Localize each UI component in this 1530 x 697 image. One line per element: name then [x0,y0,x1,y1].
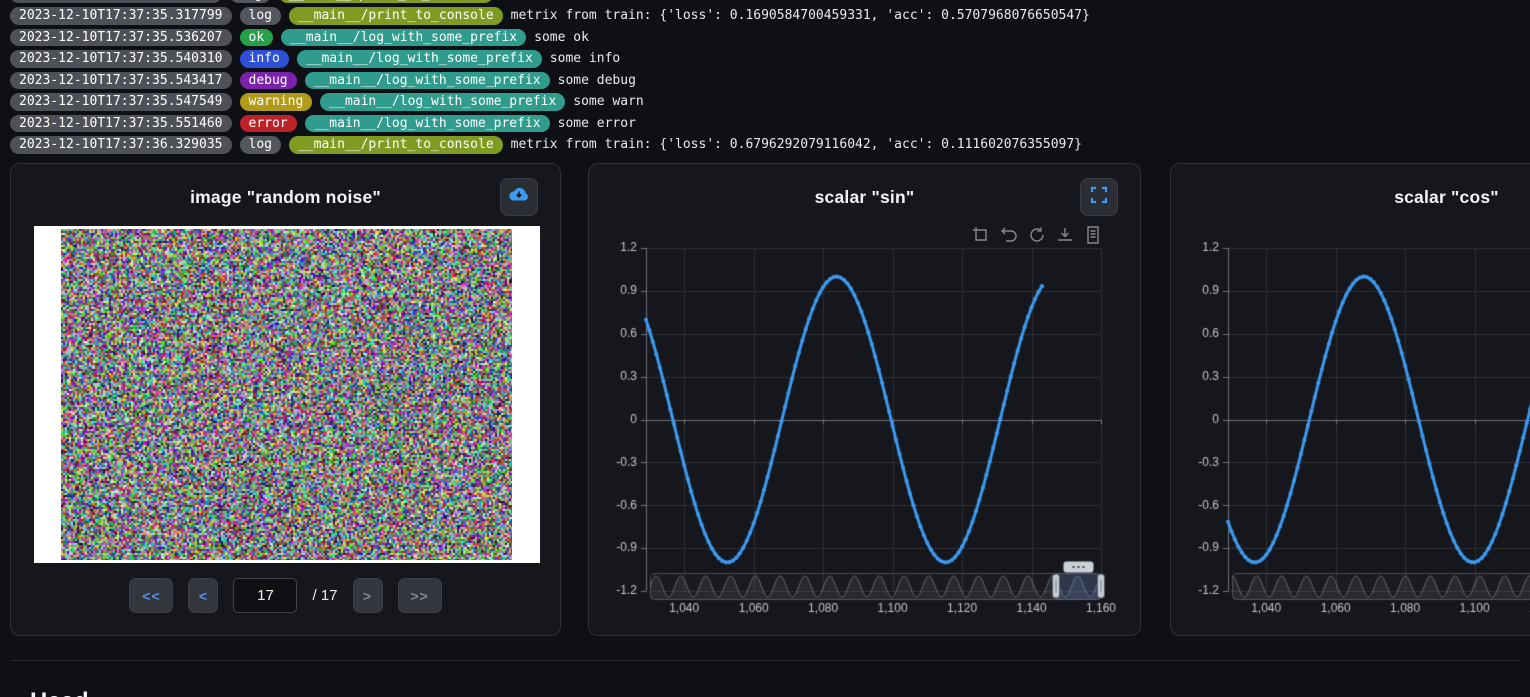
module-badge: __main__/print_to_console [289,7,503,25]
scalar-cos-card: scalar "cos" [1170,163,1530,636]
level-badge: log [230,0,271,3]
next-page-button[interactable]: > [353,578,383,613]
prev-page-button[interactable]: < [188,578,218,613]
timestamp-badge: 2023-12-10T17:37:35.540310 [10,50,232,68]
log-message: metrix from train: {'loss': 0.1690584700… [511,8,1090,23]
restore-icon[interactable] [1000,226,1018,244]
last-page-button[interactable]: >> [398,578,442,613]
fullscreen-icon [1090,186,1108,209]
module-badge: __main__/log_with_some_prefix [305,115,550,133]
log-row: 2023-12-10T17:37:35.536207 ok __main__/l… [10,27,1530,49]
level-badge: error [240,115,297,133]
scalar-sin-card: scalar "sin" [588,163,1141,636]
log-row: 2023-12-10T17:37:35.317799 log __main__/… [10,5,1530,27]
save-image-icon[interactable] [1056,226,1074,244]
random-noise-image [61,229,512,560]
log-row: 2023-12-10T17:37:35.543417 debug __main_… [10,70,1530,92]
cos-card-title: scalar "cos" [1171,187,1530,208]
level-badge: debug [240,72,297,90]
image-frame [34,226,540,563]
section-heading: Head [30,688,89,697]
timestamp-badge: 2023-12-10T17:37:35.317799 [10,7,232,25]
section-divider [10,660,1520,661]
level-badge: info [240,50,289,68]
module-badge: __main__/print_to_console [289,136,503,154]
module-badge: __main__/print_to_console [279,0,493,3]
cloud-download-icon [508,186,530,209]
page-total-label: / 17 [312,587,337,604]
log-message: some warn [573,94,643,109]
timestamp-badge: 2023-12-10T17:37:35.543417 [10,72,232,90]
level-badge: warning [240,93,313,111]
log-message: some ok [534,30,589,45]
log-row: 2023-12-10T17:37:35.551460 error __main_… [10,113,1530,135]
image-card: image "random noise" << < / 17 > >> [10,163,561,636]
level-badge: log [240,136,281,154]
module-badge: __main__/log_with_some_prefix [297,50,542,68]
log-row: 2023-12-10T17:37:35.547549 warning __mai… [10,91,1530,113]
timestamp-badge: 2023-12-10T17:37:36.329035 [10,136,232,154]
timestamp-badge: 2023-12-10T17:37:35.547549 [10,93,232,111]
module-badge: __main__/log_with_some_prefix [305,72,550,90]
image-pagination: << < / 17 > >> [11,578,560,613]
level-badge: ok [240,29,274,47]
log-message: metrix from train: {'loss': 0.6796292079… [511,137,1082,152]
log-message: some info [550,51,620,66]
module-badge: __main__/log_with_some_prefix [320,93,565,111]
refresh-icon[interactable] [1028,226,1046,244]
log-console: log __main__/print_to_console 2023-12-10… [10,0,1530,156]
level-badge: log [240,7,281,25]
fullscreen-button[interactable] [1080,178,1118,216]
timestamp-badge: 2023-12-10T17:37:35.551460 [10,115,232,133]
timestamp-badge [10,0,222,3]
sin-card-title: scalar "sin" [589,187,1140,208]
download-image-button[interactable] [500,178,538,216]
module-badge: __main__/log_with_some_prefix [281,29,526,47]
log-row: 2023-12-10T17:37:35.540310 info __main__… [10,48,1530,70]
image-card-title: image "random noise" [11,187,560,208]
log-message: some debug [558,73,636,88]
cos-chart-canvas[interactable] [1171,164,1530,635]
page-number-input[interactable] [233,578,297,613]
area-zoom-icon[interactable] [972,226,990,244]
first-page-button[interactable]: << [129,578,173,613]
log-row: 2023-12-10T17:37:36.329035 log __main__/… [10,134,1530,156]
timestamp-badge: 2023-12-10T17:37:35.536207 [10,29,232,47]
log-message: some error [558,116,636,131]
data-view-icon[interactable] [1084,226,1102,244]
chart-toolbar [972,226,1102,244]
